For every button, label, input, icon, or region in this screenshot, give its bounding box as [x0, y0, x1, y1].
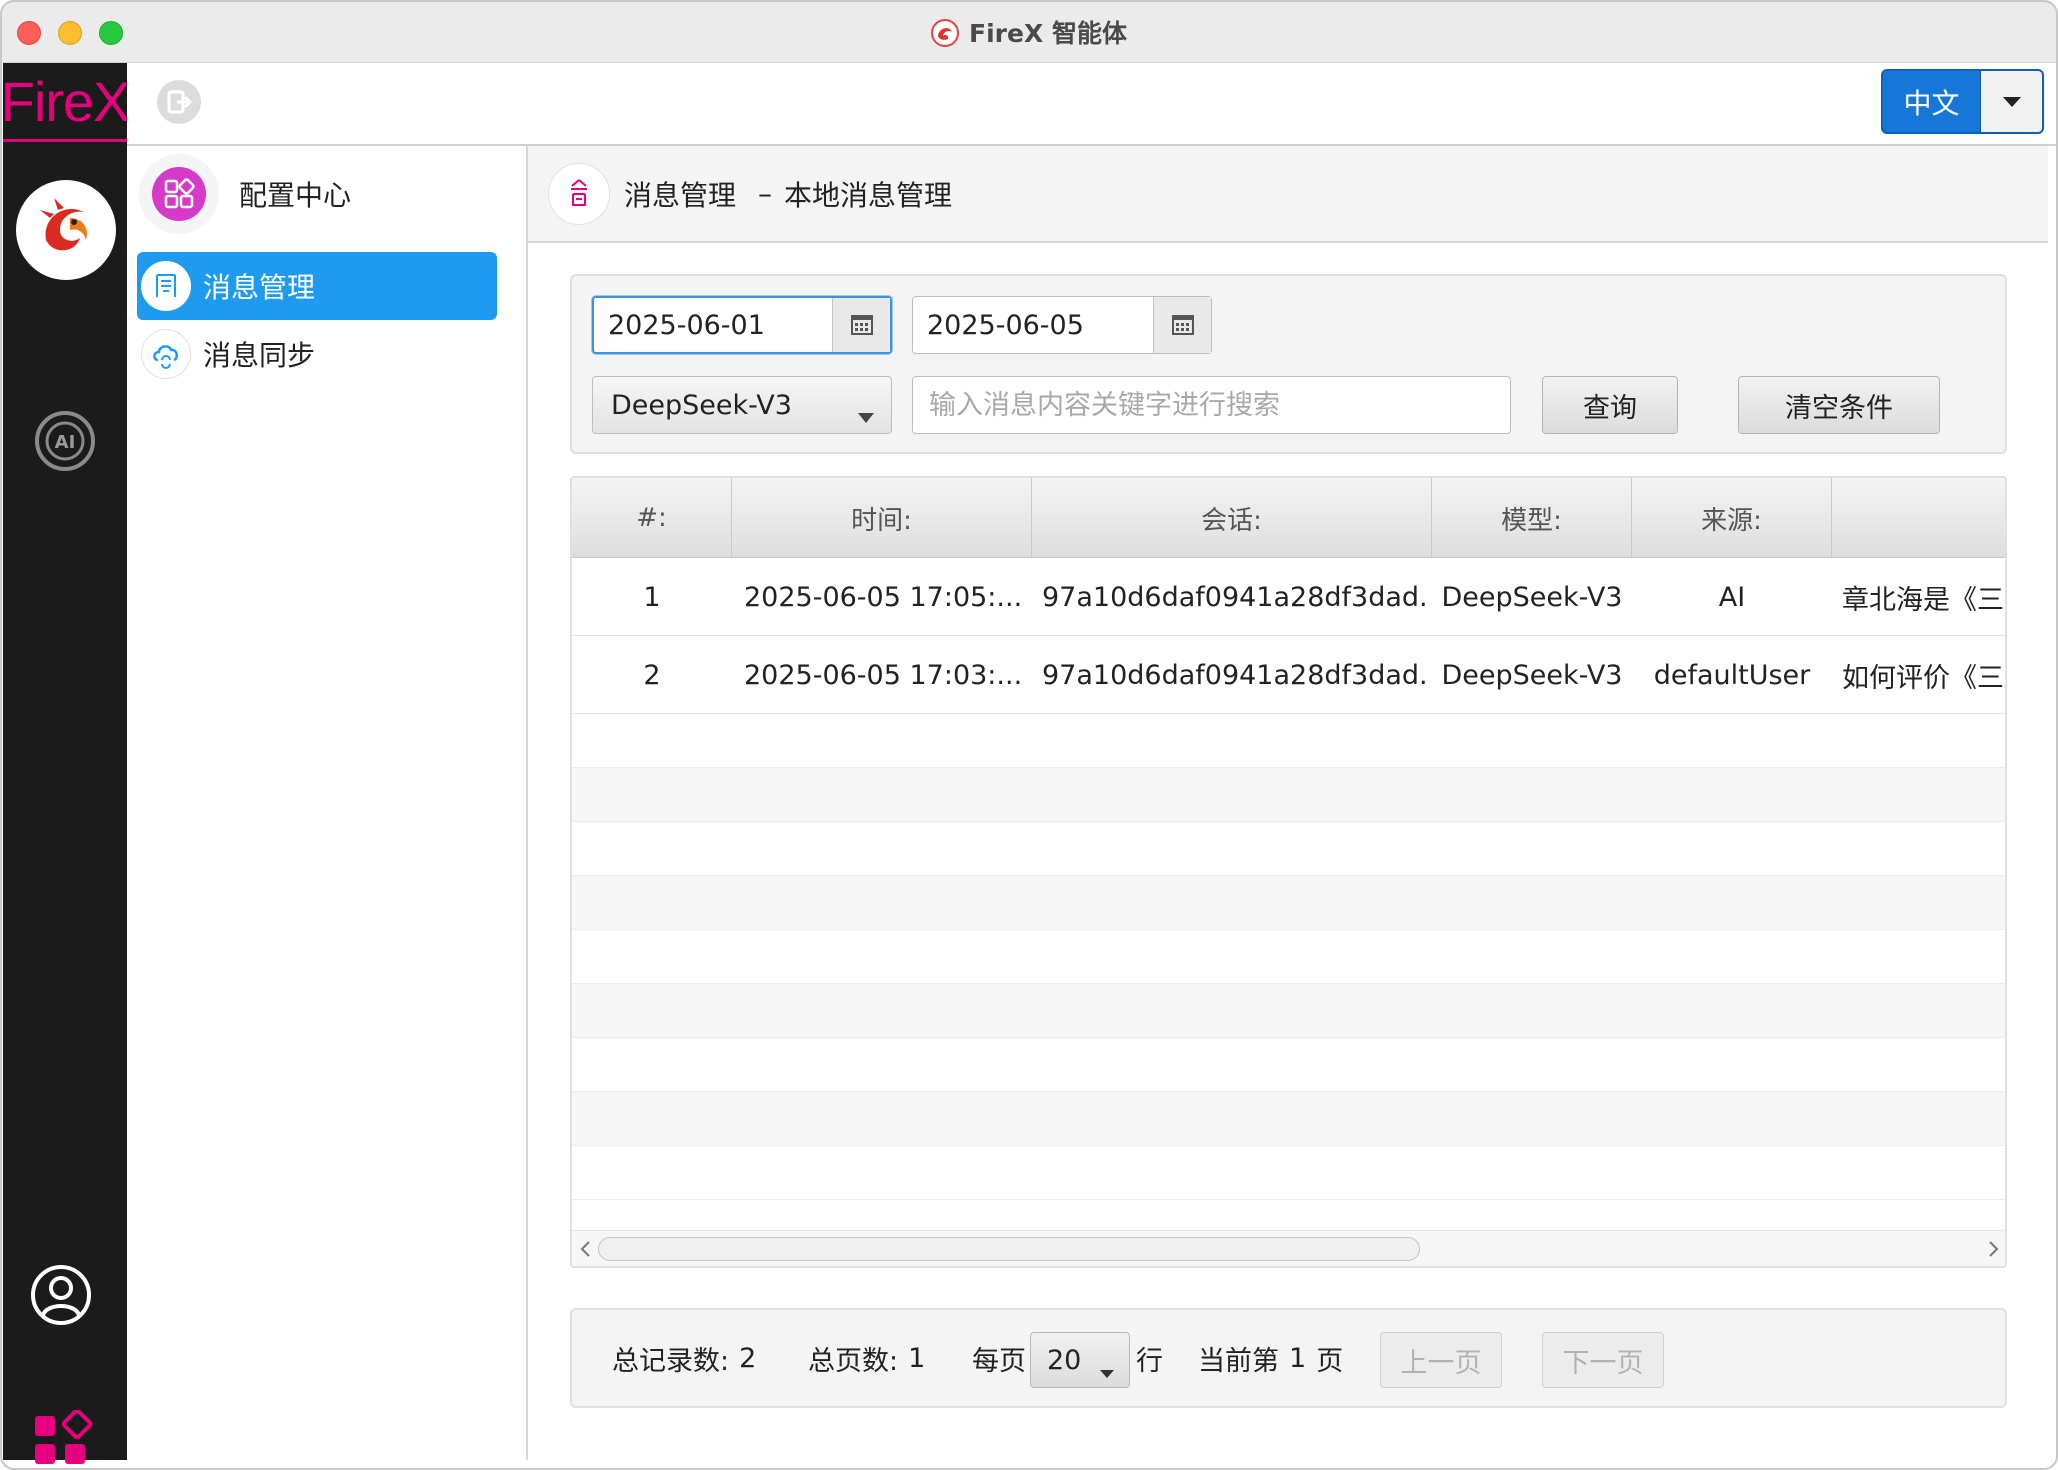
- cell-source: AI: [1718, 581, 1746, 613]
- empty-row: [572, 1038, 2005, 1092]
- total-pages: 总页数: 1: [808, 1310, 925, 1406]
- chevron-right-icon[interactable]: [1983, 1239, 2003, 1259]
- language-label: 中文: [1883, 71, 1981, 132]
- current-page-suffix: 页: [1316, 1345, 1344, 1377]
- column-header-content[interactable]: [1832, 478, 2005, 558]
- model-select[interactable]: DeepSeek-V3: [592, 376, 892, 434]
- scrollbar-thumb[interactable]: [598, 1237, 1420, 1261]
- end-date-field[interactable]: 2025-06-05: [913, 297, 1153, 353]
- user-icon[interactable]: [29, 1263, 93, 1327]
- empty-row: [572, 714, 2005, 768]
- rows-unit: 行: [1136, 1345, 1163, 1377]
- next-page-button[interactable]: 下一页: [1542, 1332, 1664, 1388]
- main-content: 消息管理 – 本地消息管理 2025-06-01 2025-06-05 Deep…: [528, 146, 2048, 1460]
- total-records-label: 总记录数:: [612, 1345, 730, 1377]
- empty-row: [572, 768, 2005, 822]
- cell-content: 章北海是《三: [1842, 584, 2004, 616]
- query-button[interactable]: 查询: [1542, 376, 1678, 434]
- title-separator: –: [758, 177, 773, 210]
- page-size-value: 20: [1047, 1344, 1082, 1376]
- empty-row: [572, 822, 2005, 876]
- column-header-index[interactable]: #:: [572, 478, 732, 558]
- table-row[interactable]: 1 2025-06-05 17:05:... 97a10d6daf0941a28…: [572, 558, 2005, 636]
- config-header: 配置中心: [139, 154, 351, 234]
- column-header-session[interactable]: 会话:: [1032, 478, 1432, 558]
- start-date-field[interactable]: 2025-06-01: [594, 298, 832, 352]
- config-sidebar: 配置中心 消息管理 消息同步: [127, 146, 528, 1460]
- cell-content: 如何评价《三: [1842, 662, 2004, 694]
- cell-model: DeepSeek-V3: [1441, 581, 1623, 613]
- total-pages-value: 1: [908, 1342, 926, 1374]
- cell-index: 1: [643, 581, 661, 613]
- empty-row: [572, 984, 2005, 1038]
- cell-source: defaultUser: [1653, 659, 1811, 691]
- config-center-title: 配置中心: [239, 179, 352, 212]
- cell-model: DeepSeek-V3: [1441, 659, 1623, 691]
- sidebar-item-label: 消息同步: [203, 339, 316, 372]
- message-manage-icon: [548, 162, 610, 225]
- chevron-down-icon[interactable]: [1981, 71, 2042, 132]
- column-header-model[interactable]: 模型:: [1432, 478, 1632, 558]
- message-table: #: 时间: 会话: 模型: 来源: 1 2025-06-05 17:05:..…: [570, 476, 2007, 1268]
- top-toolbar: 中文: [127, 63, 2058, 146]
- sidebar-item-message-manage[interactable]: 消息管理: [137, 252, 497, 320]
- chevron-down-icon: [857, 400, 875, 431]
- total-records-value: 2: [739, 1342, 757, 1374]
- cell-index: 2: [643, 659, 661, 691]
- total-pages-label: 总页数:: [808, 1345, 899, 1377]
- cell-session: 97a10d6daf0941a28df3dad...: [1042, 581, 1430, 613]
- ai-icon[interactable]: AI: [33, 409, 97, 473]
- svg-text:AI: AI: [55, 432, 76, 453]
- cell-time: 2025-06-05 17:05:...: [744, 581, 1023, 613]
- current-page-prefix: 当前第: [1198, 1345, 1279, 1377]
- empty-row: [572, 1092, 2005, 1146]
- current-page: 当前第 1 页: [1198, 1310, 1343, 1406]
- per-page-label: 每页: [972, 1345, 1026, 1377]
- page-header: 消息管理 – 本地消息管理: [528, 146, 2048, 243]
- app-rail: FireX AI: [1, 63, 130, 1464]
- firex-logo: FireX: [1, 63, 130, 142]
- empty-row: [572, 876, 2005, 930]
- column-header-time[interactable]: 时间:: [732, 478, 1032, 558]
- chevron-down-icon: [1099, 1355, 1115, 1386]
- dragon-logo-icon: [931, 19, 960, 47]
- language-select[interactable]: 中文: [1881, 69, 2044, 134]
- chevron-left-icon[interactable]: [576, 1239, 596, 1259]
- calendar-icon[interactable]: [1153, 297, 1211, 353]
- table-header: #: 时间: 会话: 模型: 来源:: [572, 478, 2005, 558]
- search-input[interactable]: [912, 376, 1511, 434]
- message-manage-icon: [141, 261, 191, 311]
- current-page-value: 1: [1289, 1342, 1307, 1374]
- page-title: 消息管理: [624, 178, 737, 212]
- empty-row: [572, 930, 2005, 984]
- cell-time: 2025-06-05 17:03:...: [744, 659, 1023, 691]
- sidebar-item-label: 消息管理: [203, 271, 316, 304]
- horizontal-scrollbar[interactable]: [572, 1230, 2005, 1266]
- calendar-icon[interactable]: [832, 298, 890, 352]
- empty-row: [572, 1146, 2005, 1200]
- pagination-bar: 总记录数: 2 总页数: 1 每页 20 行 当前第 1 页 上一页 下一页: [570, 1308, 2007, 1408]
- sidebar-item-message-sync[interactable]: 消息同步: [137, 320, 497, 388]
- cell-session: 97a10d6daf0941a28df3dad...: [1042, 659, 1430, 691]
- prev-page-button[interactable]: 上一页: [1380, 1332, 1502, 1388]
- window-titlebar: FireX 智能体: [0, 0, 2058, 63]
- total-records: 总记录数: 2: [612, 1310, 756, 1406]
- window-title-wrap: FireX 智能体: [0, 14, 2058, 50]
- filter-panel: 2025-06-01 2025-06-05 DeepSeek-V3 输入消息内容…: [570, 274, 2007, 454]
- table-row[interactable]: 2 2025-06-05 17:03:... 97a10d6daf0941a28…: [572, 636, 2005, 714]
- end-date-picker[interactable]: 2025-06-05: [912, 296, 1212, 354]
- dragon-icon[interactable]: [16, 180, 116, 280]
- page-subtitle: 本地消息管理: [784, 178, 953, 212]
- clear-filters-button[interactable]: 清空条件: [1738, 376, 1940, 434]
- exit-icon[interactable]: [157, 80, 201, 124]
- window-title: FireX 智能体: [969, 19, 1127, 48]
- column-header-source[interactable]: 来源:: [1632, 478, 1832, 558]
- start-date-picker[interactable]: 2025-06-01: [592, 296, 892, 354]
- page-size-select[interactable]: 20: [1030, 1332, 1130, 1388]
- grid-config-icon: [139, 154, 219, 234]
- apps-icon[interactable]: [33, 1408, 93, 1470]
- model-select-value: DeepSeek-V3: [611, 389, 792, 421]
- cloud-sync-icon: [141, 329, 191, 379]
